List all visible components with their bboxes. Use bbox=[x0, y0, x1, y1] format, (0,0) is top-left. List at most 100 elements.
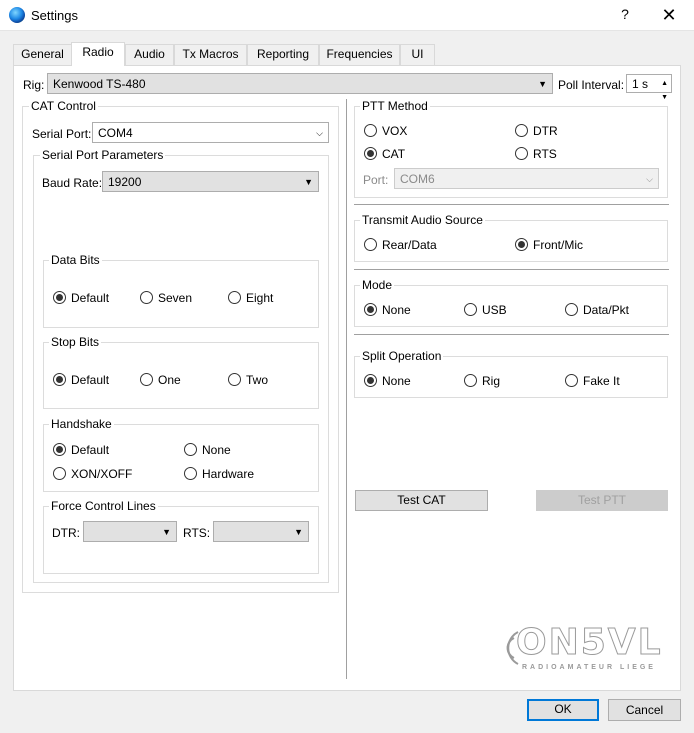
help-button[interactable]: ? bbox=[618, 6, 632, 22]
handshake-title: Handshake bbox=[49, 417, 114, 431]
serial-port-select[interactable]: COM4 ⌵ bbox=[92, 122, 329, 143]
rig-value: Kenwood TS-480 bbox=[53, 77, 146, 91]
globe-icon bbox=[9, 7, 25, 23]
stop-bits-title: Stop Bits bbox=[49, 335, 102, 349]
data-bits-eight-label: Eight bbox=[246, 291, 274, 305]
chevron-down-icon: ⌵ bbox=[646, 174, 653, 184]
handshake-hardware-label: Hardware bbox=[202, 467, 255, 481]
separator bbox=[354, 269, 669, 270]
data-bits-title: Data Bits bbox=[49, 253, 102, 267]
data-bits-eight-radio[interactable] bbox=[228, 291, 241, 304]
baud-rate-select[interactable]: 19200 ▼ bbox=[102, 171, 319, 192]
tab-audio[interactable]: Audio bbox=[125, 44, 174, 65]
mode-none-label: None bbox=[382, 303, 411, 317]
ptt-cat-radio[interactable] bbox=[364, 147, 377, 160]
tab-radio[interactable]: Radio bbox=[71, 42, 125, 66]
test-cat-button[interactable]: Test CAT bbox=[355, 490, 488, 511]
mode-none-radio[interactable] bbox=[364, 303, 377, 316]
tab-reporting[interactable]: Reporting bbox=[247, 44, 319, 65]
tx-audio-rear-radio[interactable] bbox=[364, 238, 377, 251]
split-operation-title: Split Operation bbox=[360, 349, 444, 363]
rts-label: RTS: bbox=[183, 526, 211, 540]
ptt-vox-radio[interactable] bbox=[364, 124, 377, 137]
spin-arrows-icon[interactable]: ▲ ▼ bbox=[661, 77, 668, 105]
mode-usb-radio[interactable] bbox=[464, 303, 477, 316]
logo-main-text: ON5VL bbox=[516, 622, 663, 664]
tx-audio-front-label: Front/Mic bbox=[533, 238, 584, 252]
dtr-select[interactable]: ▼ bbox=[83, 521, 177, 542]
separator bbox=[354, 204, 669, 205]
stop-bits-default-label: Default bbox=[71, 373, 110, 387]
ptt-rts-radio[interactable] bbox=[515, 147, 528, 160]
split-none-radio[interactable] bbox=[364, 374, 377, 387]
stop-bits-one-radio[interactable] bbox=[140, 373, 153, 386]
handshake-none-label: None bbox=[202, 443, 231, 457]
cancel-button[interactable]: Cancel bbox=[608, 699, 681, 721]
split-fakeit-label: Fake It bbox=[583, 374, 620, 388]
tx-audio-source-title: Transmit Audio Source bbox=[360, 213, 485, 227]
handshake-xonxoff-radio[interactable] bbox=[53, 467, 66, 480]
baud-rate-label: Baud Rate: bbox=[42, 176, 103, 190]
split-fakeit-radio[interactable] bbox=[565, 374, 578, 387]
on5vl-logo: ON5VL RADIOAMATEUR LIEGE bbox=[500, 622, 670, 676]
data-bits-default-label: Default bbox=[71, 291, 110, 305]
close-icon[interactable]: ✕ bbox=[657, 4, 681, 26]
separator bbox=[354, 334, 669, 335]
chevron-down-icon: ▼ bbox=[162, 527, 171, 537]
tab-tx-macros[interactable]: Tx Macros bbox=[174, 44, 247, 65]
ptt-port-select[interactable]: COM6 ⌵ bbox=[394, 168, 659, 189]
tab-ui[interactable]: UI bbox=[400, 44, 435, 65]
data-bits-default-radio[interactable] bbox=[53, 291, 66, 304]
split-rig-radio[interactable] bbox=[464, 374, 477, 387]
handshake-default-label: Default bbox=[71, 443, 110, 457]
handshake-hardware-radio[interactable] bbox=[184, 467, 197, 480]
ptt-port-label: Port: bbox=[363, 173, 389, 187]
chevron-down-icon: ⌵ bbox=[316, 128, 323, 138]
serial-port-label: Serial Port: bbox=[32, 127, 92, 141]
chevron-down-icon: ▼ bbox=[304, 177, 313, 187]
rig-select[interactable]: Kenwood TS-480 ▼ bbox=[47, 73, 553, 94]
vertical-separator bbox=[346, 99, 347, 679]
handshake-xonxoff-label: XON/XOFF bbox=[71, 467, 133, 481]
ptt-port-value: COM6 bbox=[400, 172, 435, 186]
ok-button[interactable]: OK bbox=[527, 699, 599, 721]
stop-bits-two-radio[interactable] bbox=[228, 373, 241, 386]
ptt-dtr-radio[interactable] bbox=[515, 124, 528, 137]
mode-title: Mode bbox=[360, 278, 395, 292]
window-title: Settings bbox=[31, 8, 78, 23]
tab-general[interactable]: General bbox=[13, 44, 72, 65]
data-bits-seven-label: Seven bbox=[158, 291, 193, 305]
test-ptt-button[interactable]: Test PTT bbox=[536, 490, 668, 511]
rts-select[interactable]: ▼ bbox=[213, 521, 309, 542]
serial-port-params-title: Serial Port Parameters bbox=[40, 148, 166, 162]
handshake-default-radio[interactable] bbox=[53, 443, 66, 456]
stop-bits-default-radio[interactable] bbox=[53, 373, 66, 386]
ptt-dtr-label: DTR bbox=[533, 124, 558, 138]
tx-audio-front-radio[interactable] bbox=[515, 238, 528, 251]
title-bar bbox=[0, 0, 694, 31]
logo-sub-text: RADIOAMATEUR LIEGE bbox=[522, 664, 656, 671]
handshake-none-radio[interactable] bbox=[184, 443, 197, 456]
data-bits-seven-radio[interactable] bbox=[140, 291, 153, 304]
tx-audio-rear-label: Rear/Data bbox=[382, 238, 437, 252]
serial-port-value: COM4 bbox=[98, 126, 133, 140]
split-none-label: None bbox=[382, 374, 411, 388]
ptt-cat-label: CAT bbox=[382, 147, 406, 161]
poll-interval-spinbox[interactable]: 1 s ▲ ▼ bbox=[626, 74, 672, 101]
handshake-group bbox=[43, 424, 319, 492]
chevron-down-icon: ▼ bbox=[294, 527, 303, 537]
rig-label: Rig: bbox=[23, 78, 45, 92]
cat-control-title: CAT Control bbox=[29, 99, 98, 113]
baud-rate-value: 19200 bbox=[108, 175, 142, 189]
mode-datapkt-radio[interactable] bbox=[565, 303, 578, 316]
stop-bits-two-label: Two bbox=[246, 373, 269, 387]
mode-usb-label: USB bbox=[482, 303, 507, 317]
mode-datapkt-label: Data/Pkt bbox=[583, 303, 630, 317]
split-rig-label: Rig bbox=[482, 374, 501, 388]
poll-interval-value: 1 s bbox=[632, 77, 649, 91]
ptt-rts-label: RTS bbox=[533, 147, 557, 161]
tab-frequencies[interactable]: Frequencies bbox=[319, 44, 400, 65]
ptt-vox-label: VOX bbox=[382, 124, 408, 138]
poll-interval-label: Poll Interval: bbox=[558, 78, 625, 92]
force-control-lines-title: Force Control Lines bbox=[49, 499, 158, 513]
